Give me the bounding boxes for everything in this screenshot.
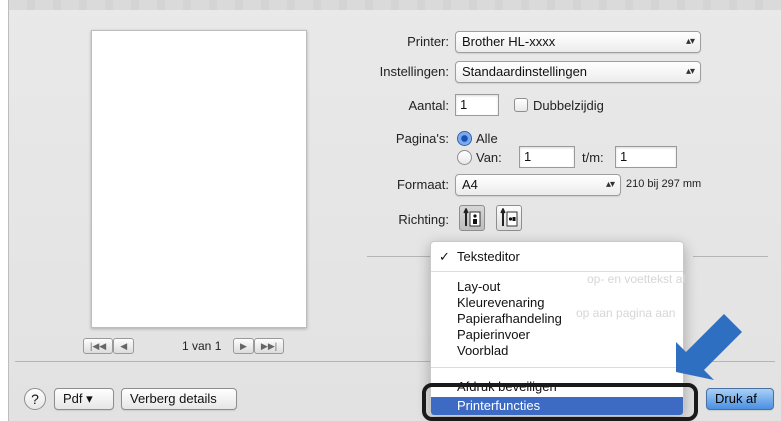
paper-size-label: Formaat:	[396, 177, 449, 192]
copies-field[interactable]: 1	[455, 94, 499, 116]
help-button[interactable]: ?	[24, 388, 46, 410]
printer-label: Printer:	[407, 34, 449, 49]
page-counter: 1 van 1	[182, 339, 222, 353]
landscape-button[interactable]	[496, 205, 522, 231]
paper-size-value: A4	[462, 177, 478, 192]
popup-arrows-icon: ▴▾	[685, 36, 695, 47]
pages-all-label: Alle	[476, 131, 498, 146]
two-sided-label: Dubbelzijdig	[533, 98, 604, 113]
menu-separator	[431, 367, 683, 368]
two-sided-checkbox[interactable]	[514, 98, 528, 112]
presets-popup[interactable]: Standaardinstellingen ▴▾	[455, 61, 701, 83]
pdf-button[interactable]: Pdf ▾	[54, 388, 114, 410]
next-page-button[interactable]: ▶	[233, 338, 254, 354]
paper-dimensions: 210 bij 297 mm	[626, 178, 702, 190]
menu-item-paper-feed[interactable]: Papierinvoer	[431, 327, 683, 343]
printer-value: Brother HL-xxxx	[462, 34, 556, 49]
ghost-option-text: op- en voettekst af	[587, 272, 686, 286]
menu-item-cover-page[interactable]: Voorblad	[431, 343, 683, 359]
pages-range-radio[interactable]	[457, 150, 472, 165]
print-button[interactable]: Druk af	[706, 388, 774, 410]
preview-back-buttons: |◀◀ ◀	[83, 338, 135, 354]
hide-details-button[interactable]: Verberg details	[121, 388, 237, 410]
page-preview	[91, 30, 307, 328]
highlight-box	[422, 383, 698, 421]
checkmark-icon: ✓	[439, 249, 450, 264]
previous-page-button[interactable]: ◀	[113, 338, 135, 354]
menu-item-label: Teksteditor	[457, 249, 520, 264]
ghost-option-text: op aan pagina aan	[576, 306, 676, 320]
preview-forward-buttons: ▶ ▶▶|	[233, 338, 285, 354]
paper-size-popup[interactable]: A4 ▴▾	[455, 174, 621, 196]
portrait-button[interactable]	[459, 205, 485, 231]
pointer-arrow-icon	[676, 314, 742, 380]
printer-popup[interactable]: Brother HL-xxxx ▴▾	[455, 31, 701, 53]
section-separator	[367, 256, 439, 257]
presets-value: Standaardinstellingen	[462, 64, 588, 79]
popup-arrows-icon: ▴▾	[685, 66, 695, 77]
last-page-button[interactable]: ▶▶|	[253, 338, 285, 354]
pages-all-radio[interactable]	[457, 131, 472, 146]
popup-arrows-icon: ▴▾	[605, 179, 615, 190]
portrait-icon	[463, 208, 481, 227]
copies-label: Aantal:	[408, 98, 449, 113]
pages-from-field[interactable]: 1	[519, 146, 575, 168]
section-separator	[693, 256, 768, 257]
pages-to-field[interactable]: 1	[615, 146, 677, 168]
pages-range-label: Van:	[476, 150, 502, 165]
presets-label: Instellingen:	[379, 64, 449, 79]
pages-label: Pagina's:	[395, 131, 449, 146]
orientation-label: Richting:	[398, 212, 449, 227]
pages-to-label: t/m:	[582, 150, 604, 165]
menu-item-text-editor[interactable]: ✓ Teksteditor	[431, 249, 683, 265]
landscape-icon	[500, 208, 518, 227]
first-page-button[interactable]: |◀◀	[83, 338, 114, 354]
title-strip	[9, 0, 781, 10]
